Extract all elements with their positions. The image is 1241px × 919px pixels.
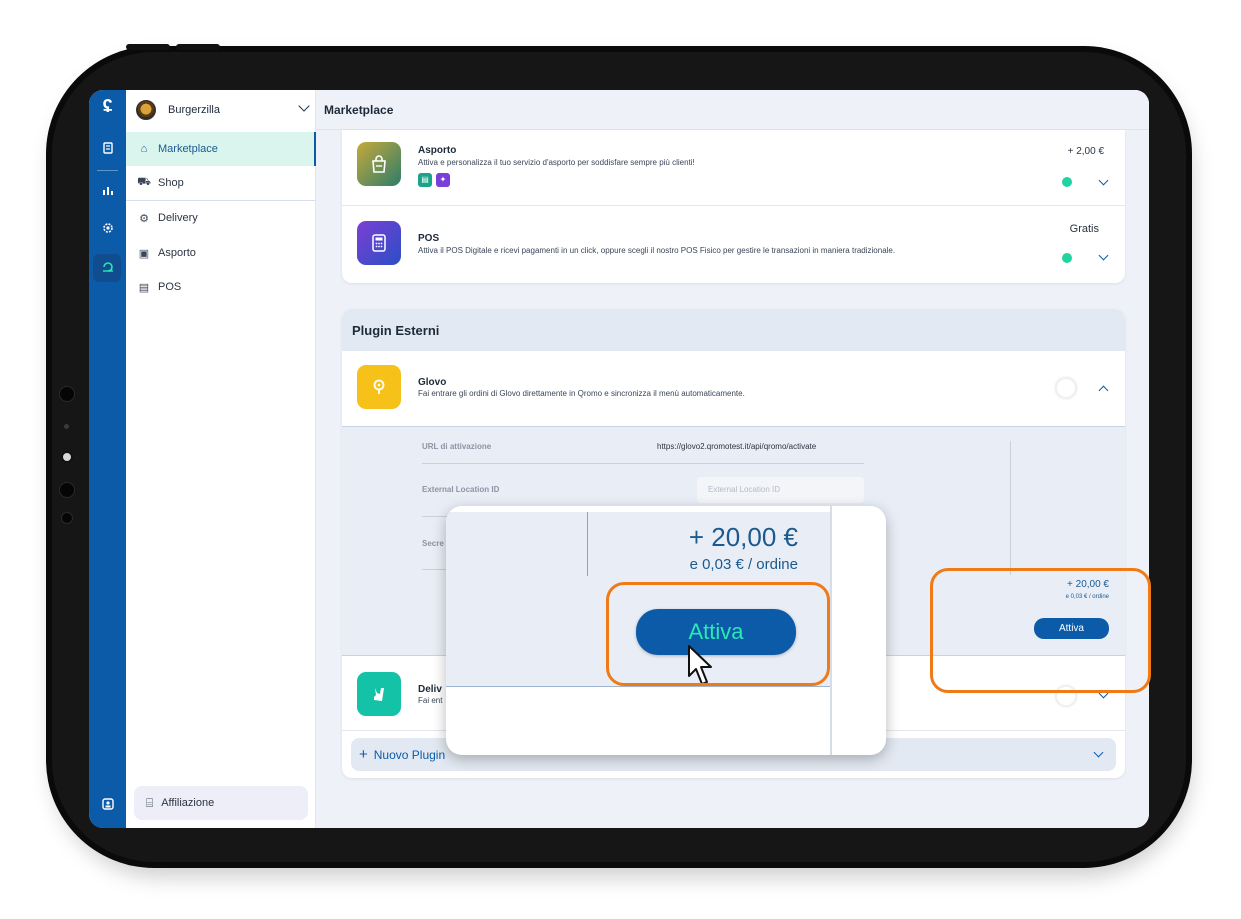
- settings-icon[interactable]: [89, 222, 126, 237]
- camera-lens: [61, 512, 73, 524]
- sidebar-item-label: Delivery: [158, 212, 198, 224]
- camera-sensor: [64, 424, 69, 429]
- plugin-description: Fai ent: [418, 696, 443, 705]
- zoom-price-sub: e 0,03 € / ordine: [689, 556, 798, 573]
- sidebar-item-label: POS: [158, 281, 182, 293]
- sidebar-item-pos[interactable]: ▤ POS: [126, 270, 316, 304]
- chevron-down-icon[interactable]: [1098, 175, 1109, 186]
- sidebar: Burgerzilla ⌂ Marketplace ⛟ Shop ⚙ Deliv…: [126, 90, 316, 828]
- sidebar-item-delivery[interactable]: ⚙ Delivery: [126, 201, 316, 235]
- zoom-price: + 20,00 €: [688, 522, 798, 552]
- pos-badge-icon: ▤: [418, 173, 432, 187]
- highlight-zoom-button: [606, 582, 830, 686]
- status-active-indicator: [1062, 253, 1072, 263]
- store-logo: [136, 100, 156, 120]
- sidebar-item-marketplace[interactable]: ⌂ Marketplace: [126, 132, 316, 166]
- camera-lens: [59, 386, 75, 402]
- section-title: Plugin Esterni: [342, 309, 1125, 351]
- app-price: Gratis: [1069, 223, 1099, 235]
- field-divider: [422, 463, 864, 464]
- app-title: POS: [418, 233, 440, 244]
- store-selector[interactable]: Burgerzilla: [126, 90, 316, 130]
- sidebar-item-shop[interactable]: ⛟ Shop: [126, 166, 316, 200]
- activation-url-value: https://glovo2.qromotest.it/api/qromo/ac…: [657, 442, 817, 451]
- affiliate-button[interactable]: ⌸ Affiliazione: [134, 786, 308, 820]
- bag-icon: ▣: [138, 247, 150, 260]
- column-divider: [587, 512, 588, 576]
- rail-divider: [97, 170, 118, 171]
- gift-icon: ⌸: [146, 795, 154, 810]
- chevron-up-icon[interactable]: [1098, 385, 1109, 396]
- highlight-activate-area: [930, 568, 1151, 693]
- sidebar-item-label: Shop: [158, 177, 184, 189]
- icon-rail: ʢ: [89, 90, 126, 828]
- chevron-down-icon: [298, 100, 310, 112]
- chevron-down-icon: [1093, 747, 1104, 758]
- cart-icon: ⛟: [137, 176, 151, 188]
- affiliate-label: Affiliazione: [161, 797, 215, 809]
- zoom-right-pane: [830, 506, 886, 755]
- rocket-badge-icon: ✦: [436, 173, 450, 187]
- glovo-app-icon: [357, 365, 401, 409]
- camera-flash: [61, 451, 73, 463]
- plugin-title: Deliv: [418, 684, 442, 695]
- field-label-url: URL di attivazione: [422, 442, 492, 451]
- plugin-description: Fai entrare gli ordini di Glovo direttam…: [418, 389, 745, 398]
- external-location-id-input[interactable]: External Location ID: [697, 477, 864, 503]
- app-logo-icon[interactable]: ʢ: [89, 96, 126, 117]
- page-title: Marketplace: [316, 90, 1149, 130]
- apps-card: Asporto Attiva e personalizza il tuo ser…: [342, 130, 1125, 283]
- zoom-edge: [830, 506, 832, 755]
- store-name: Burgerzilla: [168, 104, 220, 116]
- tablet-top-button: [126, 44, 170, 50]
- pos-icon: ▤: [138, 281, 150, 294]
- analytics-icon[interactable]: [89, 184, 126, 199]
- chevron-down-icon[interactable]: [1098, 250, 1109, 261]
- sidebar-item-label: Asporto: [158, 247, 196, 259]
- pos-app-icon: [357, 221, 401, 265]
- field-label-location: External Location ID: [422, 485, 500, 494]
- asporto-app-icon: [357, 142, 401, 186]
- app-description: Attiva e personalizza il tuo servizio d'…: [418, 158, 695, 167]
- app-price: + 2,00 €: [1067, 146, 1104, 157]
- camera-lens: [59, 482, 75, 498]
- plugin-title: Glovo: [418, 377, 447, 388]
- field-label-secret: Secre: [422, 539, 444, 548]
- store-icon: ⌂: [140, 143, 148, 155]
- support-icon[interactable]: [89, 798, 126, 813]
- sidebar-item-label: Marketplace: [158, 143, 218, 155]
- marketplace-icon[interactable]: [89, 260, 126, 277]
- new-plugin-label: Nuovo Plugin: [373, 747, 446, 762]
- status-active-indicator: [1062, 177, 1072, 187]
- column-divider: [1010, 441, 1011, 575]
- sidebar-item-asporto[interactable]: ▣ Asporto: [126, 236, 316, 270]
- tablet-top-button: [176, 44, 220, 50]
- deliveroo-app-icon: [357, 672, 401, 716]
- orders-icon[interactable]: [89, 142, 126, 157]
- app-title: Asporto: [418, 145, 457, 156]
- app-description: Attiva il POS Digitale e ricevi pagament…: [418, 246, 896, 255]
- row-divider: [342, 205, 1125, 206]
- plus-icon: +: [359, 746, 368, 763]
- plugin-toggle[interactable]: [1055, 377, 1077, 399]
- delivery-icon: ⚙: [139, 212, 149, 225]
